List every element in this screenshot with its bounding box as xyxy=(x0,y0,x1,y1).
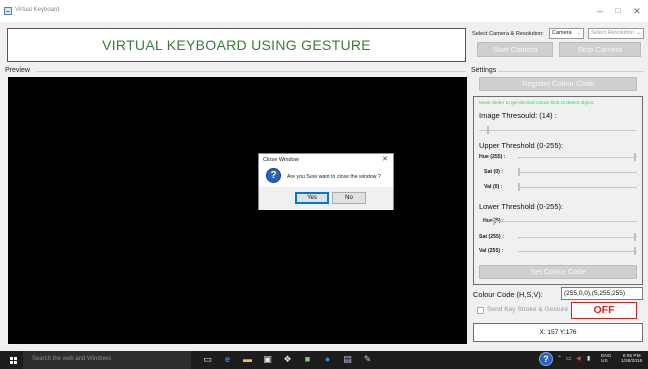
question-icon: ? xyxy=(266,168,281,183)
start-camera-button[interactable]: Start Camera xyxy=(477,42,553,57)
lower-hue-slider-thumb[interactable] xyxy=(492,217,495,225)
threshold-panel xyxy=(473,96,643,285)
camera-resolution-label: Select Camera & Resolution: xyxy=(472,31,544,37)
shield-icon[interactable]: ● xyxy=(322,354,333,365)
dropbox-icon[interactable]: ❖ xyxy=(282,354,293,365)
camera-preview xyxy=(8,77,467,344)
dialog-message: Are you Sure want to close the window ? xyxy=(287,174,381,180)
paint-icon[interactable]: ✎ xyxy=(362,354,373,365)
coordinates-readout: X: 157 Y:176 xyxy=(473,323,643,342)
task-view-icon[interactable]: ▭ xyxy=(202,354,213,365)
upper-sat-slider[interactable] xyxy=(518,172,637,173)
language-indicator[interactable]: ENG US xyxy=(601,354,611,364)
register-colour-code-button[interactable]: Register Colour Code xyxy=(479,77,637,91)
store-icon[interactable]: ▣ xyxy=(262,354,273,365)
taskbar-search[interactable]: Search the web and Windows xyxy=(23,351,191,369)
send-key-label: Send Key Stroke & Gesture xyxy=(487,306,568,313)
volume-icon[interactable]: ◀ xyxy=(576,355,581,362)
help-tray-icon[interactable]: ? xyxy=(539,352,553,366)
lower-val-slider-thumb[interactable] xyxy=(634,247,636,255)
image-threshold-slider[interactable] xyxy=(479,130,636,131)
send-key-checkbox[interactable] xyxy=(477,307,484,314)
windows-start-icon[interactable] xyxy=(10,357,17,364)
network-icon[interactable]: ▮ xyxy=(587,355,590,362)
dialog-title: Close Window xyxy=(263,157,299,163)
upper-threshold-label: Upper Threshold (0-255): xyxy=(479,141,564,150)
page-title: VIRTUAL KEYBOARD USING GESTURE xyxy=(102,37,371,53)
clock[interactable]: 8:55 PM 1/28/2016 xyxy=(621,354,642,364)
close-window-dialog: Close Window ✕ ? Are you Sure want to cl… xyxy=(258,153,394,210)
resolution-select[interactable]: Select Resolution ⌄ xyxy=(588,28,644,39)
image-threshold-label: Image Thresould: (14) : xyxy=(479,111,557,120)
lower-sat-slider-thumb[interactable] xyxy=(634,233,636,241)
colour-code-field[interactable]: (255,0,0),(5,255,255) xyxy=(561,287,643,300)
yes-button[interactable]: Yes xyxy=(295,192,329,204)
edge-browser-icon[interactable]: e xyxy=(222,354,233,365)
app-window-icon[interactable]: ▤ xyxy=(342,354,353,365)
preview-label: Preview xyxy=(5,67,30,74)
app-green-icon[interactable]: ■ xyxy=(302,354,313,365)
search-placeholder: Search the web and Windows xyxy=(32,356,112,362)
status-badge: OFF xyxy=(571,302,637,319)
upper-val-slider-thumb[interactable] xyxy=(518,183,520,191)
upper-hue-slider[interactable] xyxy=(518,157,637,158)
no-button[interactable]: No xyxy=(332,192,366,204)
preview-divider xyxy=(36,71,466,72)
settings-divider xyxy=(498,71,644,72)
header-banner: VIRTUAL KEYBOARD USING GESTURE xyxy=(7,28,466,62)
upper-hue-slider-thumb[interactable] xyxy=(634,153,636,161)
image-threshold-slider-thumb[interactable] xyxy=(487,126,490,134)
lower-val-label: Val (255) : xyxy=(479,248,504,254)
set-colour-code-button[interactable]: Set Colour Code xyxy=(479,265,637,279)
title-bar: Virtual Keyboard – □ ✕ xyxy=(0,0,648,22)
colour-code-label: Colour Code (H,S,V): xyxy=(473,290,543,299)
upper-val-slider[interactable] xyxy=(518,187,637,188)
lower-sat-label: Sat (255) : xyxy=(479,234,504,240)
upper-sat-slider-thumb[interactable] xyxy=(518,168,520,176)
upper-val-label: Val (0) : xyxy=(484,184,503,190)
camera-select-value: Camera xyxy=(552,30,572,36)
close-button[interactable]: ✕ xyxy=(626,4,648,18)
dialog-close-icon[interactable]: ✕ xyxy=(382,155,388,163)
file-explorer-icon[interactable]: ▬ xyxy=(242,354,253,365)
window-title: Virtual Keyboard xyxy=(15,7,60,13)
chevron-down-icon: ⌄ xyxy=(636,30,641,36)
upper-hue-label: Hue (255) : xyxy=(479,154,506,160)
stop-camera-button[interactable]: Stop Camera xyxy=(559,42,641,57)
slider-hint: Move Slider to get desired colour blob t… xyxy=(479,101,595,106)
lower-sat-slider[interactable] xyxy=(518,237,637,238)
camera-select[interactable]: Camera ⌄ xyxy=(549,28,584,39)
battery-icon[interactable]: ▭ xyxy=(566,355,572,362)
taskbar: Search the web and Windows ▭ e ▬ ▣ ❖ ■ ●… xyxy=(0,351,648,369)
lower-val-slider[interactable] xyxy=(518,251,637,252)
dialog-footer: Yes No xyxy=(259,187,393,210)
chevron-up-icon[interactable]: ⌃ xyxy=(557,355,562,362)
lower-threshold-label: Lower Threshold (0-255): xyxy=(479,202,564,211)
lower-hue-slider[interactable] xyxy=(490,221,637,222)
chevron-down-icon: ⌄ xyxy=(576,30,581,36)
settings-label: Settings xyxy=(471,67,497,74)
upper-sat-label: Sat (0) : xyxy=(484,169,504,175)
app-icon xyxy=(4,7,12,15)
resolution-select-value: Select Resolution xyxy=(591,30,634,36)
